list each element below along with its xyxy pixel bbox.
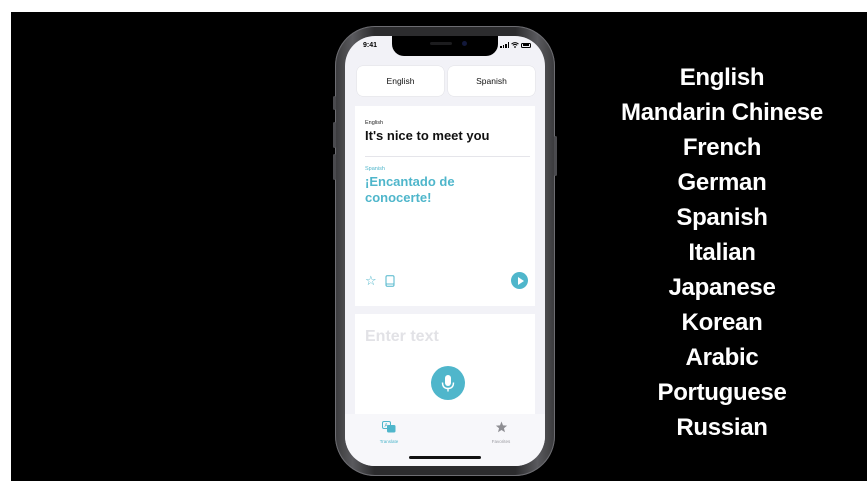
source-text: It's nice to meet you	[365, 128, 490, 143]
tab-translate-label: Translate	[379, 439, 399, 444]
home-indicator[interactable]	[409, 456, 481, 459]
supported-languages-list: English Mandarin Chinese French German S…	[607, 60, 837, 445]
microphone-button[interactable]	[431, 366, 465, 400]
volume-down-button	[333, 154, 336, 180]
star-icon	[495, 421, 507, 433]
text-input-panel[interactable]: Enter text	[355, 314, 535, 414]
language-item: Spanish	[676, 204, 768, 231]
language-item: German	[677, 169, 767, 196]
language-item: Japanese	[668, 274, 776, 301]
silent-switch	[333, 96, 336, 110]
language-item: Italian	[688, 239, 756, 266]
language-item: Russian	[676, 414, 768, 441]
play-audio-icon[interactable]	[511, 272, 528, 289]
keynote-slide: 9:41 English Spanish English It's nice t…	[11, 12, 867, 481]
wifi-icon	[511, 42, 519, 48]
target-language-button[interactable]: Spanish	[448, 66, 535, 96]
tab-favorites[interactable]: Favorites	[471, 420, 531, 444]
language-item: Arabic	[685, 344, 759, 371]
status-icons	[500, 42, 531, 48]
translate-icon: A	[382, 421, 396, 433]
front-camera	[462, 41, 467, 46]
cellular-signal-icon	[500, 42, 509, 48]
svg-text:A: A	[385, 423, 389, 429]
translation-card: English It's nice to meet you Spanish ¡E…	[355, 106, 535, 306]
dictionary-book-icon[interactable]	[385, 275, 395, 287]
microphone-icon	[441, 375, 455, 392]
phone-screen: 9:41 English Spanish English It's nice t…	[345, 36, 545, 466]
notch	[392, 36, 498, 56]
target-language-label: Spanish	[365, 166, 385, 172]
tab-bar: A Translate Favorites	[345, 414, 545, 466]
battery-icon	[521, 42, 531, 48]
language-item: English	[679, 64, 765, 91]
language-item: French	[682, 134, 762, 161]
card-actions: ☆	[365, 272, 528, 290]
status-time: 9:41	[363, 42, 378, 49]
slide-frame: 9:41 English Spanish English It's nice t…	[0, 0, 867, 481]
language-item: Mandarin Chinese	[621, 99, 823, 126]
source-language-label: English	[365, 120, 384, 126]
card-divider	[365, 156, 530, 157]
speaker-grille	[430, 42, 452, 45]
tab-translate[interactable]: A Translate	[359, 420, 419, 444]
tab-favorites-label: Favorites	[491, 439, 511, 444]
enter-text-placeholder[interactable]: Enter text	[365, 328, 439, 346]
favorite-star-icon[interactable]: ☆	[365, 272, 377, 290]
volume-up-button	[333, 122, 336, 148]
language-item: Portuguese	[657, 379, 787, 406]
language-item: Korean	[681, 309, 763, 336]
source-language-button[interactable]: English	[357, 66, 444, 96]
language-pair-selector: English Spanish	[357, 66, 535, 96]
power-button	[554, 136, 557, 176]
translated-text: ¡Encantado de conocerte!	[365, 174, 455, 205]
iphone-mockup: 9:41 English Spanish English It's nice t…	[333, 26, 557, 476]
